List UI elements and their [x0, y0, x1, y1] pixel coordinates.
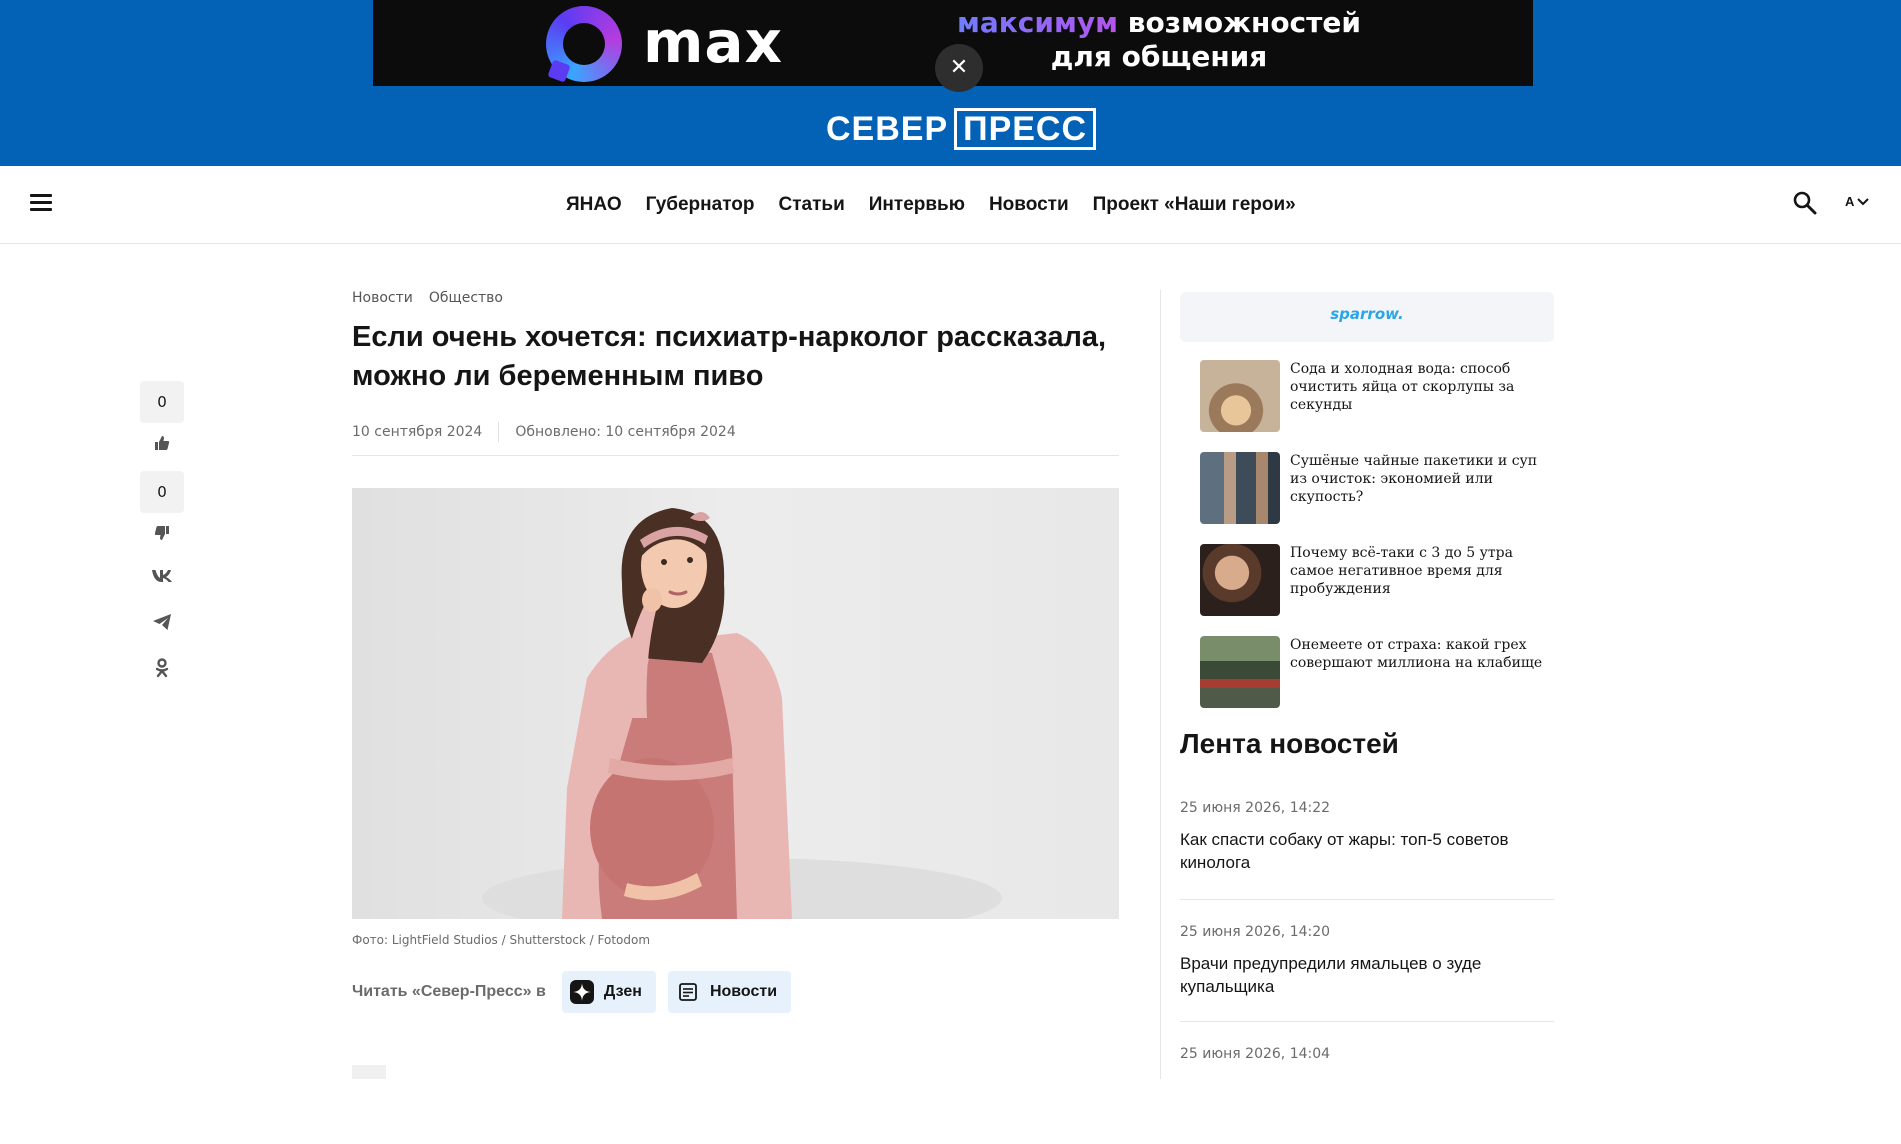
search-icon[interactable] [1792, 190, 1818, 216]
article-dates: 10 сентября 2024 Обновлено: 10 сентября … [352, 421, 1119, 456]
news-button[interactable]: Новости [667, 971, 792, 1013]
promo-thumb [1200, 360, 1280, 432]
nav-links: ЯНАО Губернатор Статьи Интервью Новости … [566, 166, 1296, 244]
nav-item-yanao[interactable]: ЯНАО [566, 194, 622, 216]
breadcrumb-society[interactable]: Общество [429, 290, 503, 306]
promo-thumb [1200, 636, 1280, 708]
promo-item[interactable]: Сушёные чайные пакетики и суп из очисток… [1180, 452, 1554, 524]
promo-item[interactable]: Почему всё-таки с 3 до 5 утра самое нега… [1180, 544, 1554, 616]
promo-headline: Сушёные чайные пакетики и суп из очисток… [1290, 453, 1538, 505]
site-logo-left: СЕВЕР [826, 109, 949, 148]
ad-brand-text: max [643, 8, 783, 76]
pregnant-woman-illustration [482, 508, 1002, 919]
main-nav: ЯНАО Губернатор Статьи Интервью Новости … [0, 166, 1901, 244]
nav-item-interview[interactable]: Интервью [869, 194, 965, 216]
feed-time: 25 июня 2026, 14:04 [1180, 1046, 1331, 1062]
nav-item-governor[interactable]: Губернатор [646, 194, 755, 216]
newspaper-icon [676, 980, 700, 1004]
ad-slogan-line1: возможностей [1118, 6, 1361, 39]
nav-item-articles[interactable]: Статьи [778, 194, 844, 216]
share-rail: 0 0 [140, 381, 184, 691]
news-label: Новости [709, 983, 778, 1000]
promo-headline: Онемеете от страха: какой грех совершают… [1290, 637, 1543, 671]
news-feed-title: Лента новостей [1180, 728, 1399, 759]
breadcrumb-news[interactable]: Новости [352, 290, 413, 306]
promo-list: Сода и холодная вода: способ очистить яй… [1180, 360, 1554, 708]
feed-headline: Как спасти собаку от жары: топ-5 советов… [1180, 830, 1509, 872]
nav-item-news[interactable]: Новости [989, 194, 1069, 216]
like-count: 0 [140, 381, 184, 423]
article-photo [352, 488, 1119, 919]
news-feed: 25 июня 2026, 14:22 Как спасти собаку от… [1180, 800, 1554, 1144]
site-logo[interactable]: СЕВЕР ПРЕСС [826, 108, 1097, 150]
odnoklassniki-icon[interactable] [140, 645, 184, 691]
thumbs-down-icon[interactable] [140, 513, 184, 553]
vk-icon[interactable] [140, 553, 184, 599]
thumbs-up-icon[interactable] [140, 423, 184, 463]
promo-headline: Сода и холодная вода: способ очистить яй… [1290, 361, 1515, 413]
site-logo-right: ПРЕСС [954, 108, 1097, 150]
promo-thumb [1200, 452, 1280, 524]
dzen-button[interactable]: Дзен [561, 971, 656, 1013]
article-title: Если очень хочется: психиатр-нарколог ра… [352, 321, 1107, 392]
font-size-label: A [1845, 194, 1855, 209]
feed-headline: Врачи предупредили ямальцев о зуде купал… [1180, 954, 1482, 996]
feed-time: 25 июня 2026, 14:22 [1180, 800, 1331, 816]
telegram-icon[interactable] [140, 599, 184, 645]
ad-slogan-accent: максимум [956, 6, 1119, 39]
updated-date: Обновлено: 10 сентября 2024 [515, 423, 736, 440]
promo-item[interactable]: Онемеете от страха: какой грех совершают… [1180, 636, 1554, 708]
chevron-down-icon [1857, 197, 1870, 205]
promo-thumb [1200, 544, 1280, 616]
date-separator [498, 421, 500, 442]
read-in-row: Читать «Север-Пресс» в Дзен Новости [352, 971, 1119, 1013]
feed-time: 25 июня 2026, 14:20 [1180, 924, 1331, 940]
feed-item[interactable]: 25 июня 2026, 14:20 Врачи предупредили я… [1180, 900, 1554, 1022]
photo-caption: Фото: LightField Studios / Shutterstock … [352, 933, 651, 947]
font-size-toggle[interactable]: A [1845, 194, 1870, 209]
breadcrumb: Новости Общество [352, 290, 1119, 306]
nav-item-heroes-project[interactable]: Проект «Наши герои» [1093, 194, 1296, 216]
read-in-label: Читать «Север-Пресс» в [352, 983, 546, 1000]
sidebar: sparrow. Сода и холодная вода: способ оч… [1180, 292, 1554, 1144]
published-date: 10 сентября 2024 [352, 423, 483, 440]
sidebar-divider [1160, 290, 1161, 1079]
ad-slogan: максимум возможностей для общения [929, 6, 1389, 74]
dzen-label: Дзен [603, 983, 642, 1000]
sparrow-logo[interactable]: sparrow. [1180, 292, 1554, 342]
feed-item[interactable]: 25 июня 2026, 14:22 Как спасти собаку от… [1180, 800, 1554, 900]
ad-slogan-line2: для общения [1050, 40, 1268, 73]
feed-item[interactable]: 25 июня 2026, 14:04 [1180, 1022, 1554, 1144]
dzen-icon [569, 980, 594, 1004]
article: Новости Общество Если очень хочется: пси… [352, 290, 1119, 1013]
site-header: max максимум возможностей для общения ✕ … [0, 0, 1901, 166]
ad-close-button[interactable]: ✕ [935, 44, 983, 92]
content-placeholder [352, 1065, 386, 1079]
dislike-count: 0 [140, 471, 184, 513]
promo-item[interactable]: Сода и холодная вода: способ очистить яй… [1180, 360, 1554, 432]
menu-icon[interactable] [30, 194, 52, 212]
max-logo-icon [546, 6, 622, 82]
promo-headline: Почему всё-таки с 3 до 5 утра самое нега… [1290, 545, 1513, 597]
